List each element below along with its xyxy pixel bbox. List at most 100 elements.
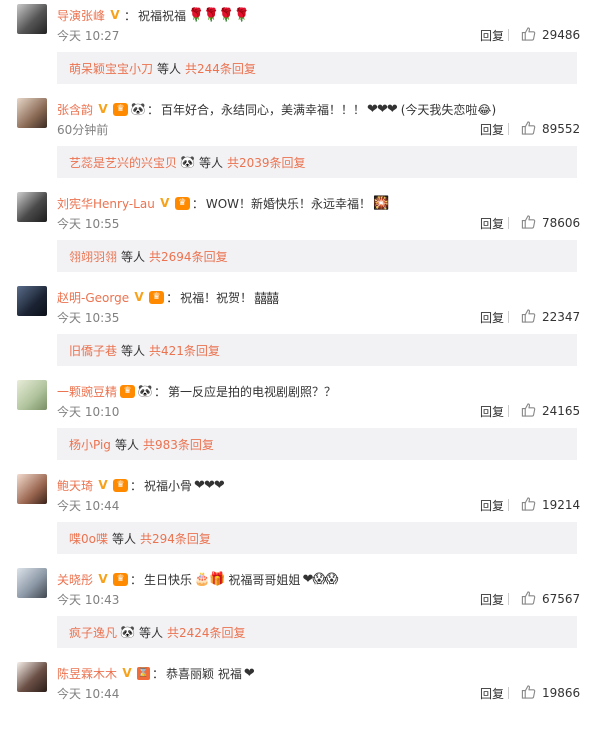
comment-timestamp: 今天 10:55 xyxy=(57,217,120,231)
comment-text: 恭喜丽颖 祝福 xyxy=(166,666,242,681)
reply-username[interactable]: 艺蕊是艺兴的兴宝贝 xyxy=(69,154,177,171)
comment-line: 导演张峰 V ：祝福祝福 🌹🌹🌹🌹 xyxy=(57,5,581,25)
v-verified-icon: V xyxy=(98,478,108,492)
avatar[interactable] xyxy=(17,286,47,316)
comment-username[interactable]: 张含韵 xyxy=(57,101,93,118)
avatar[interactable] xyxy=(17,662,47,692)
reply-username[interactable]: 萌呆颖宝宝小刀 xyxy=(69,60,153,77)
reply-total-link[interactable]: 共294条回复 xyxy=(140,530,211,547)
reply-username[interactable]: 喋0o喋 xyxy=(69,530,108,547)
colon-separator: ： xyxy=(130,572,143,587)
like-button[interactable]: 19866 xyxy=(521,684,580,702)
emoji-icons: 🌹🌹🌹🌹 xyxy=(188,7,250,23)
like-count: 29486 xyxy=(542,28,581,42)
thumbs-up-icon xyxy=(521,590,542,608)
comment-line: 一颗豌豆精 ♛ 🐼：第一反应是拍的电视剧剧照？？ xyxy=(57,381,581,401)
divider xyxy=(508,405,509,417)
replies-summary[interactable]: 旧僑子巷 等人 共421条回复 xyxy=(57,334,577,366)
replies-summary[interactable]: 艺蕊是艺兴的兴宝贝 🐼 等人 共2039条回复 xyxy=(57,146,577,178)
avatar[interactable] xyxy=(17,98,47,128)
like-count: 67567 xyxy=(542,592,581,606)
comment-timestamp: 今天 10:27 xyxy=(57,29,120,43)
thumbs-up-icon xyxy=(521,308,542,326)
divider xyxy=(508,499,509,511)
emoji-icons: 🎂🎁 xyxy=(194,571,225,587)
replies-summary[interactable]: 疯子逸凡 🐼 等人 共2424条回复 xyxy=(57,616,577,648)
comment-username[interactable]: 关晓彤 xyxy=(57,571,93,588)
comment-text: 祝福！祝贺！ xyxy=(180,290,253,305)
comment-username[interactable]: 陈昱霖木木 xyxy=(57,665,117,682)
vip-crown-icon: ♛ xyxy=(174,196,190,210)
reply-username[interactable]: 旧僑子巷 xyxy=(69,342,117,359)
comment-text: 生日快乐 xyxy=(144,572,193,587)
reply-etc-label: 等人 xyxy=(121,343,146,358)
emoji-icons: 🎇 xyxy=(373,195,389,211)
thumbs-up-icon xyxy=(521,120,542,138)
comment-username[interactable]: 鲍天琦 xyxy=(57,477,93,494)
comment-timestamp: 今天 10:10 xyxy=(57,405,120,419)
reply-total-link[interactable]: 共421条回复 xyxy=(149,342,220,359)
comment-timestamp: 今天 10:44 xyxy=(57,499,120,513)
comment-item: 陈昱霖木木 V ⌛：恭喜丽颖 祝福 ❤ 今天 10:44 回复 19866 xyxy=(0,658,591,752)
replies-summary[interactable]: 萌呆颖宝宝小刀 等人 共244条回复 xyxy=(57,52,577,84)
comment-line: 刘宪华Henry-Lau V ♛： WOW！新婚快乐！永远幸福！ 🎇 xyxy=(57,193,581,213)
reply-button[interactable]: 回复 xyxy=(480,591,504,608)
reply-button[interactable]: 回复 xyxy=(480,121,504,138)
comment-text-extra: 祝福哥哥姐姐 xyxy=(228,572,301,587)
vip-crown-icon: ♛ xyxy=(113,478,129,492)
like-button[interactable]: 29486 xyxy=(521,26,580,44)
comment-item: 刘宪华Henry-Lau V ♛： WOW！新婚快乐！永远幸福！ 🎇 今天 10:55 回复… xyxy=(0,188,591,282)
like-button[interactable]: 78606 xyxy=(521,214,580,232)
reply-total-link[interactable]: 共244条回复 xyxy=(185,60,256,77)
colon-separator: ： xyxy=(130,478,143,493)
like-button[interactable]: 89552 xyxy=(521,120,580,138)
comment-text: 祝福祝福 xyxy=(138,8,187,23)
reply-total-link[interactable]: 共2039条回复 xyxy=(227,154,306,171)
reply-button[interactable]: 回复 xyxy=(480,403,504,420)
colon-separator: ： xyxy=(166,290,179,305)
v-verified-icon: V xyxy=(160,196,170,210)
thumbs-up-icon xyxy=(521,684,542,702)
replies-summary[interactable]: 喋0o喋 等人 共294条回复 xyxy=(57,522,577,554)
comment-text: 第一反应是拍的电视剧剧照？？ xyxy=(168,384,337,399)
avatar[interactable] xyxy=(17,4,47,34)
comment-username[interactable]: 一颗豌豆精 xyxy=(57,383,117,400)
emoji-icons: 囍囍 xyxy=(254,291,279,307)
reply-username[interactable]: 翎翊羽翎 xyxy=(69,248,117,265)
hourglass-icon: ⌛ xyxy=(137,666,151,680)
comment-text: 百年好合，永结同心，美满幸福！！！ xyxy=(161,102,366,117)
v-verified-icon: V xyxy=(134,290,144,304)
reply-button[interactable]: 回复 xyxy=(480,309,504,326)
like-button[interactable]: 19214 xyxy=(521,496,580,514)
comment-username[interactable]: 赵明-George xyxy=(57,289,129,306)
vip-crown-icon: ♛ xyxy=(120,384,136,398)
reply-etc-label: 等人 xyxy=(198,155,223,170)
reply-username[interactable]: 杨小Pig xyxy=(69,436,111,453)
avatar[interactable] xyxy=(17,380,47,410)
reply-button[interactable]: 回复 xyxy=(480,27,504,44)
avatar[interactable] xyxy=(17,192,47,222)
colon-separator: ： xyxy=(124,8,137,23)
like-button[interactable]: 67567 xyxy=(521,590,580,608)
reply-total-link[interactable]: 共2424条回复 xyxy=(167,624,246,641)
reply-button[interactable]: 回复 xyxy=(480,497,504,514)
comment-text-extra: (今天我失恋啦😂) xyxy=(400,102,497,117)
like-button[interactable]: 24165 xyxy=(521,402,580,420)
divider xyxy=(508,593,509,605)
like-count: 24165 xyxy=(542,404,581,418)
reply-username[interactable]: 疯子逸凡 xyxy=(69,624,117,641)
reply-total-link[interactable]: 共2694条回复 xyxy=(149,248,228,265)
colon-separator: ： xyxy=(152,666,165,681)
reply-total-link[interactable]: 共983条回复 xyxy=(143,436,214,453)
avatar[interactable] xyxy=(17,474,47,504)
replies-summary[interactable]: 翎翊羽翎 等人 共2694条回复 xyxy=(57,240,577,272)
like-button[interactable]: 22347 xyxy=(521,308,580,326)
reply-button[interactable]: 回复 xyxy=(480,215,504,232)
reply-button[interactable]: 回复 xyxy=(480,685,504,702)
comment-username[interactable]: 刘宪华Henry-Lau xyxy=(57,195,155,212)
comment-username[interactable]: 导演张峰 xyxy=(57,7,105,24)
panda-icon: 🐼 xyxy=(137,384,153,398)
replies-summary[interactable]: 杨小Pig 等人 共983条回复 xyxy=(57,428,577,460)
divider xyxy=(508,123,509,135)
avatar[interactable] xyxy=(17,568,47,598)
